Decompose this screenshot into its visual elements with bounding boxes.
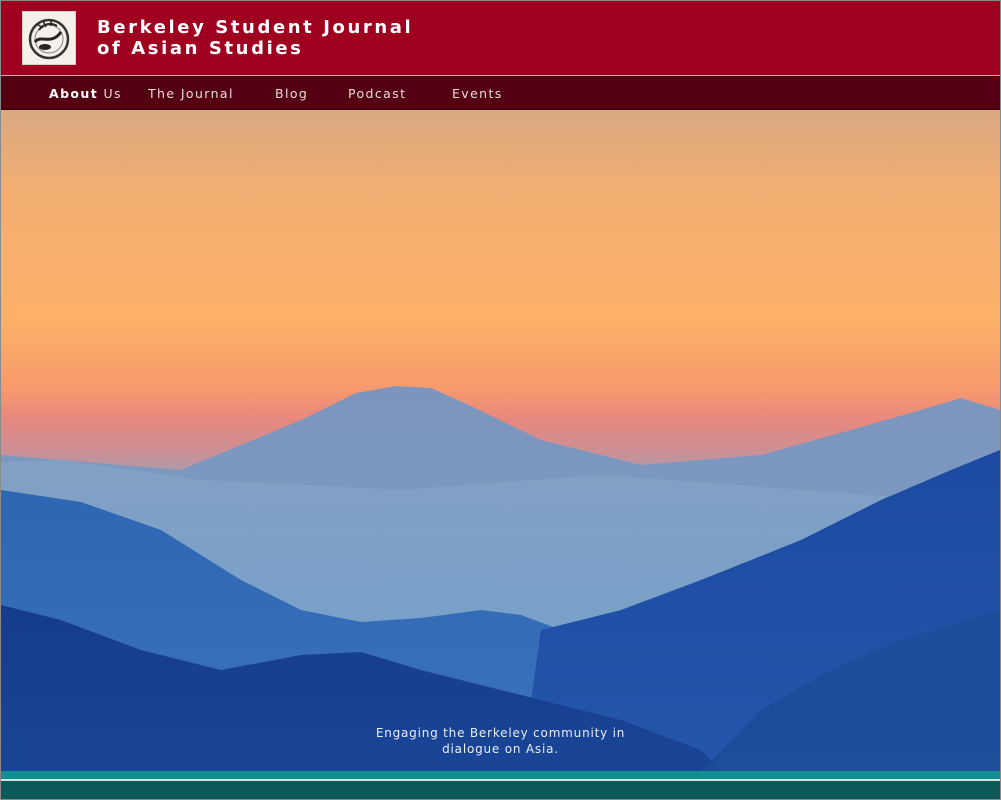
main-nav: About Us The Journal Blog Podcast Events [1, 76, 1000, 109]
mountain-sunset-image [1, 110, 1000, 771]
site-logo[interactable] [22, 11, 76, 65]
site-header: Berkeley Student Journal of Asian Studie… [1, 1, 1000, 75]
hero-tagline-line1: Engaging the Berkeley community in [375, 726, 626, 740]
nav-item-about-label-strong: About [49, 86, 99, 101]
site-title-line2: of Asian Studies [97, 38, 304, 59]
nav-item-podcast[interactable]: Podcast [348, 76, 406, 109]
footer-bar [1, 781, 1000, 799]
page-frame: Berkeley Student Journal of Asian Studie… [0, 0, 1001, 800]
nav-item-the-journal[interactable]: The Journal [148, 76, 234, 109]
nav-item-about-label: Us [98, 86, 122, 101]
nav-item-blog[interactable]: Blog [275, 76, 308, 109]
nav-item-about-us[interactable]: About Us [49, 76, 122, 109]
site-title-line1: Berkeley Student Journal [97, 17, 414, 38]
site-title[interactable]: Berkeley Student Journal of Asian Studie… [97, 17, 413, 59]
journal-emblem-icon [28, 18, 70, 60]
hero-tagline: Engaging the Berkeley community in dialo… [1, 725, 1000, 757]
nav-item-events[interactable]: Events [452, 76, 503, 109]
hero-tagline-line2: dialogue on Asia. [442, 742, 559, 756]
hero-banner: Engaging the Berkeley community in dialo… [1, 110, 1000, 771]
footer-accent-band [1, 771, 1000, 779]
